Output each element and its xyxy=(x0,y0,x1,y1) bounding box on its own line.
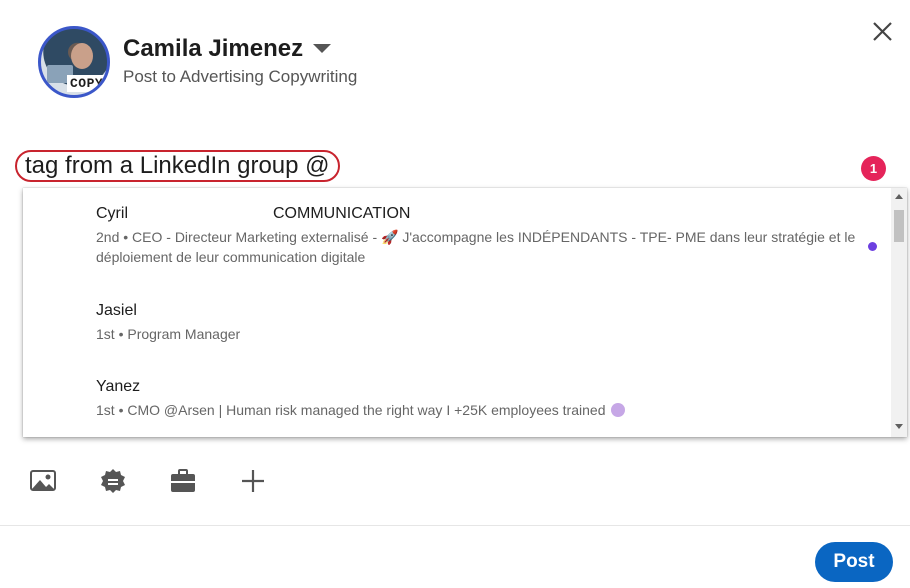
mention-item[interactable]: Jasiel 1st • Program Manager xyxy=(96,302,867,344)
avatar-overlay-text: COPY xyxy=(67,75,107,92)
avatar-face xyxy=(71,43,93,69)
mention-item[interactable]: Cyril COMMUNICATION 2nd • CEO - Directeu… xyxy=(96,205,867,267)
briefcase-icon[interactable] xyxy=(168,466,198,496)
mention-description: 1st • CMO @Arsen | Human risk managed th… xyxy=(96,402,606,418)
plus-icon[interactable] xyxy=(238,466,268,496)
scroll-up-icon[interactable] xyxy=(895,194,903,199)
footer-divider xyxy=(0,525,910,526)
status-dot xyxy=(868,242,877,251)
close-icon[interactable] xyxy=(868,18,896,46)
mention-name: Jasiel xyxy=(96,302,137,319)
image-icon[interactable] xyxy=(28,466,58,496)
badge-icon[interactable] xyxy=(98,466,128,496)
author-name[interactable]: Camila Jimenez xyxy=(123,35,303,63)
mention-name: Cyril xyxy=(96,205,128,222)
post-target-label: Post to Advertising Copywriting xyxy=(123,67,358,86)
mention-item[interactable]: Yanez 1st • CMO @Arsen | Human risk mana… xyxy=(96,378,867,420)
purple-circle-icon xyxy=(611,403,626,417)
author-avatar: COPY xyxy=(38,26,110,98)
mention-name: Yanez xyxy=(96,378,141,395)
chevron-down-icon[interactable] xyxy=(313,44,331,53)
mention-company: COMMUNICATION xyxy=(273,205,411,222)
scroll-down-icon[interactable] xyxy=(895,424,903,429)
post-editor-text[interactable]: tag from a LinkedIn group @ xyxy=(15,150,340,182)
dropdown-scrollbar[interactable] xyxy=(891,188,907,437)
scrollbar-thumb[interactable] xyxy=(894,210,904,242)
mention-description: 2nd • CEO - Directeur Marketing external… xyxy=(96,229,856,265)
mention-description: 1st • Program Manager xyxy=(96,326,241,342)
notification-badge: 1 xyxy=(861,156,886,181)
post-button[interactable]: Post xyxy=(815,542,893,582)
mention-suggestions-dropdown: Cyril COMMUNICATION 2nd • CEO - Directeu… xyxy=(23,188,907,437)
